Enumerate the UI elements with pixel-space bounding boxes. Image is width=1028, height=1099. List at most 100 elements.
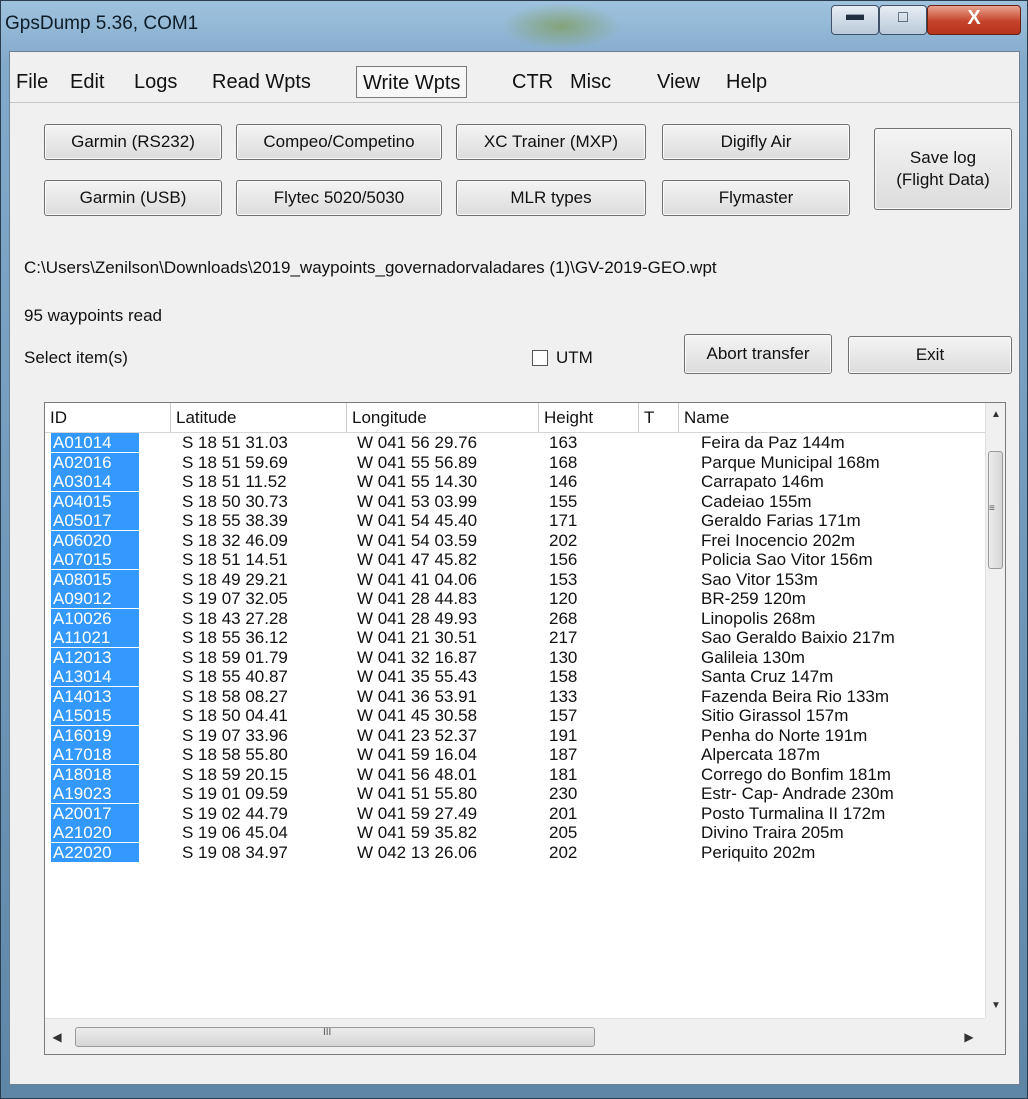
longitude-cell: W 041 47 45.82 [357, 550, 478, 569]
title-bar[interactable]: GpsDump 5.36, COM1 ▬ □ X [1, 1, 1027, 51]
menu-write-wpts[interactable]: Write Wpts [356, 66, 468, 98]
column-header-height[interactable]: Height [539, 403, 639, 432]
maximize-icon: □ [898, 9, 908, 26]
latitude-cell: S 18 59 20.15 [182, 764, 288, 784]
table-row[interactable]: A15015 S 18 50 04.41 W 041 45 30.58 157 Siti… [45, 706, 985, 726]
name-cell: Feira da Paz 144m [701, 433, 845, 452]
menu-read-wpts[interactable]: Read Wpts [206, 66, 317, 98]
menu-file[interactable]: File [10, 66, 54, 98]
longitude-cell: W 041 51 55.80 [357, 784, 478, 803]
height-cell: 230 [549, 784, 578, 803]
waypoint-list[interactable]: ID Latitude Longitude Height T Name A010… [44, 402, 1006, 1055]
name-cell: Linopolis 268m [701, 608, 816, 628]
latitude-cell: S 19 07 33.96 [182, 725, 288, 745]
minimize-button[interactable]: ▬ [831, 4, 879, 35]
exit-button[interactable]: Exit [848, 336, 1012, 374]
latitude-cell: S 18 49 29.21 [182, 569, 288, 589]
utm-checkbox[interactable] [532, 350, 548, 366]
table-row[interactable]: A11021 S 18 55 36.12 W 041 21 30.51 217 Sao … [45, 628, 985, 648]
table-row[interactable]: A08015 S 18 49 29.21 W 041 41 04.06 153 Sao … [45, 569, 985, 590]
flytec-button[interactable]: Flytec 5020/5030 [236, 180, 442, 216]
scroll-left-icon[interactable]: ◀ [47, 1027, 67, 1047]
waypoint-id-cell: A03014 [51, 472, 139, 491]
vertical-scrollbar[interactable]: ▲ ≡ ▼ [985, 403, 1005, 1018]
table-row[interactable]: A14013 S 18 58 08.27 W 041 36 53.91 133 Faze… [45, 686, 985, 707]
table-row[interactable]: A19023 S 19 01 09.59 W 041 51 55.80 230 Estr… [45, 784, 985, 804]
name-cell: Estr- Cap- Andrade 230m [701, 784, 894, 803]
column-header-type[interactable]: T [639, 403, 679, 432]
table-row[interactable]: A05017 S 18 55 38.39 W 041 54 45.40 171 Gera… [45, 511, 985, 531]
save-log-button[interactable]: Save log (Flight Data) [874, 128, 1012, 210]
compeo-button[interactable]: Compeo/Competino [236, 124, 442, 160]
waypoint-id-cell: A09012 [51, 589, 139, 608]
name-cell: Galileia 130m [701, 647, 805, 667]
scroll-right-icon[interactable]: ▶ [959, 1027, 979, 1047]
window-title: GpsDump 5.36, COM1 [5, 13, 199, 34]
table-row[interactable]: A09012 S 19 07 32.05 W 041 28 44.83 120 BR-2… [45, 589, 985, 609]
menu-misc[interactable]: Misc [564, 66, 617, 98]
menu-logs[interactable]: Logs [128, 66, 183, 98]
table-row[interactable]: A02016 S 18 51 59.69 W 041 55 56.89 168 Parq… [45, 452, 985, 473]
table-row[interactable]: A12013 S 18 59 01.79 W 041 32 16.87 130 Gali… [45, 647, 985, 668]
column-header-longitude[interactable]: Longitude [347, 403, 539, 432]
name-cell: BR-259 120m [701, 589, 806, 608]
horizontal-scroll-thumb[interactable] [75, 1027, 595, 1047]
scroll-down-icon[interactable]: ▼ [986, 996, 1005, 1016]
title-bar-decoration [501, 3, 621, 49]
latitude-cell: S 19 06 45.04 [182, 823, 288, 842]
name-cell: Sao Geraldo Baixio 217m [701, 628, 895, 647]
flymaster-button[interactable]: Flymaster [662, 180, 850, 216]
height-cell: 146 [549, 472, 578, 491]
mlr-types-button[interactable]: MLR types [456, 180, 646, 216]
table-row[interactable]: A22020 S 19 08 34.97 W 042 13 26.06 202 Peri… [45, 842, 985, 863]
height-cell: 191 [549, 725, 578, 745]
status-text: 95 waypoints read [24, 306, 162, 325]
garmin-rs232-button[interactable]: Garmin (RS232) [44, 124, 222, 160]
maximize-button[interactable]: □ [879, 5, 927, 35]
digifly-button[interactable]: Digifly Air [662, 124, 850, 160]
table-row[interactable]: A04015 S 18 50 30.73 W 041 53 03.99 155 Cade… [45, 491, 985, 512]
table-row[interactable]: A18018 S 18 59 20.15 W 041 56 48.01 181 Corr… [45, 764, 985, 785]
longitude-cell: W 041 23 52.37 [357, 725, 478, 745]
waypoint-id-cell: A14013 [51, 686, 139, 706]
table-row[interactable]: A07015 S 18 51 14.51 W 041 47 45.82 156 Poli… [45, 550, 985, 570]
column-header-latitude[interactable]: Latitude [171, 403, 347, 432]
height-cell: 130 [549, 647, 578, 667]
table-row[interactable]: A20017 S 19 02 44.79 W 041 59 27.49 201 Post… [45, 803, 985, 824]
abort-transfer-button[interactable]: Abort transfer [684, 334, 832, 374]
garmin-usb-button[interactable]: Garmin (USB) [44, 180, 222, 216]
height-cell: 202 [549, 530, 578, 550]
horizontal-scrollbar[interactable]: ◀ III ▶ [45, 1018, 985, 1054]
height-cell: 120 [549, 589, 578, 608]
waypoint-id-cell: A20017 [51, 803, 139, 823]
xc-trainer-button[interactable]: XC Trainer (MXP) [456, 124, 646, 160]
table-row[interactable]: A06020 S 18 32 46.09 W 041 54 03.59 202 Frei… [45, 530, 985, 551]
table-row[interactable]: A17018 S 18 58 55.80 W 041 59 16.04 187 Alpe… [45, 745, 985, 765]
height-cell: 217 [549, 628, 578, 647]
table-row[interactable]: A16019 S 19 07 33.96 W 041 23 52.37 191 Penh… [45, 725, 985, 746]
column-header-name[interactable]: Name [679, 403, 985, 432]
list-rows: A01014 S 18 51 31.03 W 041 56 29.76 163 Feir… [45, 433, 985, 1018]
table-row[interactable]: A13014 S 18 55 40.87 W 041 35 55.43 158 Sant… [45, 667, 985, 687]
scroll-up-icon[interactable]: ▲ [986, 405, 1005, 425]
save-log-label-line2: (Flight Data) [896, 170, 990, 189]
table-row[interactable]: A10026 S 18 43 27.28 W 041 28 49.93 268 Lino… [45, 608, 985, 629]
column-header-id[interactable]: ID [45, 403, 171, 432]
menu-edit[interactable]: Edit [64, 66, 110, 98]
menu-view[interactable]: View [651, 66, 706, 98]
menu-ctr[interactable]: CTR [506, 66, 559, 98]
waypoint-id-cell: A10026 [51, 608, 139, 628]
table-row[interactable]: A01014 S 18 51 31.03 W 041 56 29.76 163 Feir… [45, 433, 985, 453]
latitude-cell: S 19 08 34.97 [182, 842, 288, 862]
height-cell: 157 [549, 706, 578, 725]
height-cell: 168 [549, 452, 578, 472]
close-button[interactable]: X [927, 5, 1021, 35]
table-row[interactable]: A21020 S 19 06 45.04 W 041 59 35.82 205 Divi… [45, 823, 985, 843]
latitude-cell: S 18 43 27.28 [182, 608, 288, 628]
menu-help[interactable]: Help [720, 66, 773, 98]
latitude-cell: S 18 55 36.12 [182, 628, 288, 647]
name-cell: Frei Inocencio 202m [701, 530, 856, 550]
longitude-cell: W 041 55 56.89 [357, 452, 478, 472]
name-cell: Cadeiao 155m [701, 491, 812, 511]
table-row[interactable]: A03014 S 18 51 11.52 W 041 55 14.30 146 Carr… [45, 472, 985, 492]
